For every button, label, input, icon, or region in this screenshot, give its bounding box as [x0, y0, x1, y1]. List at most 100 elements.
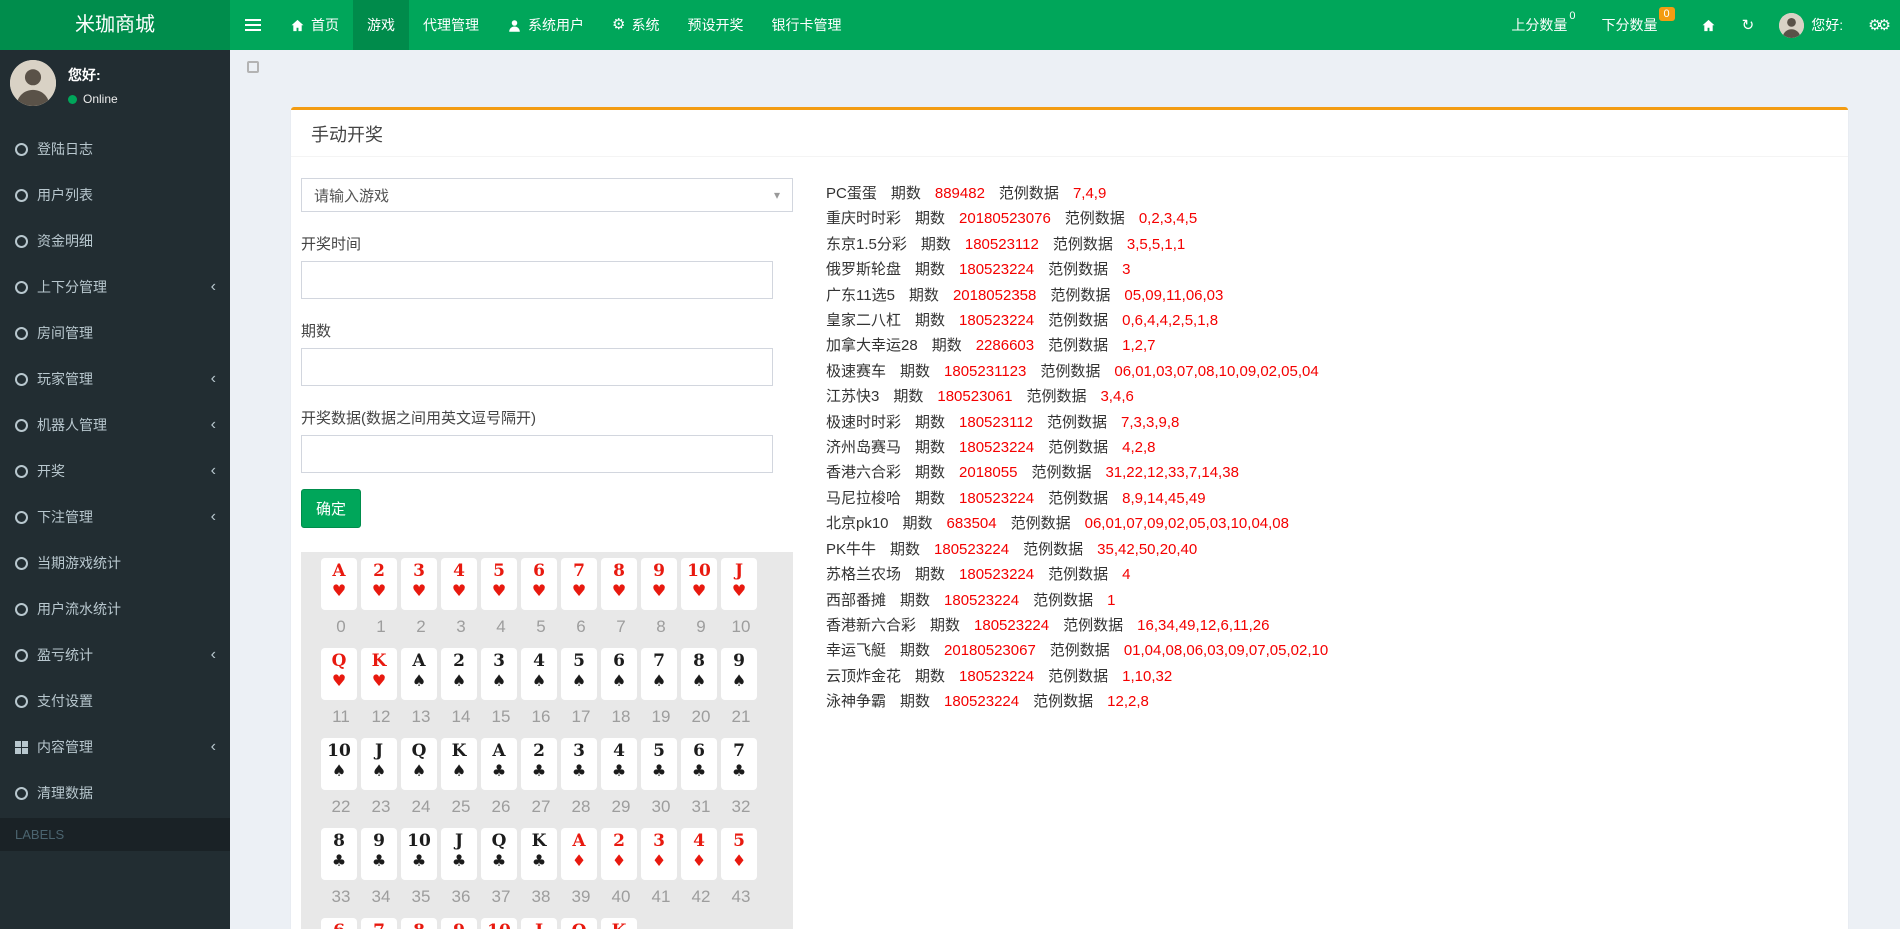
up-score-button[interactable]: 上分数量 0 [1498, 0, 1588, 50]
playing-card-7-h[interactable]: 7♥ [561, 558, 597, 610]
sidebar-item-3[interactable]: 上下分管理‹ [0, 264, 230, 310]
sidebar-item-0[interactable]: 登陆日志 [0, 126, 230, 172]
playing-card-3-c[interactable]: 3♣ [561, 738, 597, 790]
main-content: 手动开奖 请输入游戏 ▾ 开奖时间 期数 开奖数据(数据之间用英文逗号隔开) [230, 50, 1900, 929]
playing-card-A-h[interactable]: A♥ [321, 558, 357, 610]
playing-card-K-c[interactable]: K♣ [521, 828, 557, 880]
playing-card-2-s[interactable]: 2♠ [441, 648, 477, 700]
sidebar-item-label: 登陆日志 [37, 139, 93, 159]
card-index: 39 [561, 887, 601, 907]
playing-card-J-c[interactable]: J♣ [441, 828, 477, 880]
sidebar-item-8[interactable]: 下注管理‹ [0, 494, 230, 540]
sidebar-item-12[interactable]: 支付设置 [0, 678, 230, 724]
sidebar-item-14[interactable]: 清理数据 [0, 770, 230, 816]
playing-card-3-h[interactable]: 3♥ [401, 558, 437, 610]
playing-card-K-s[interactable]: K♠ [441, 738, 477, 790]
card-rank: 2 [521, 741, 557, 761]
playing-card-4-s[interactable]: 4♠ [521, 648, 557, 700]
sidebar-item-7[interactable]: 开奖‹ [0, 448, 230, 494]
settings-button[interactable]: ⚙⚙ [1855, 0, 1900, 50]
user-status[interactable]: Online [68, 92, 118, 106]
playing-card-J-h[interactable]: J♥ [721, 558, 757, 610]
playing-card-6-c[interactable]: 6♣ [681, 738, 717, 790]
playing-card-5-d[interactable]: 5♦ [721, 828, 757, 880]
playing-card-2-d[interactable]: 2♦ [601, 828, 637, 880]
playing-card-Q-s[interactable]: Q♠ [401, 738, 437, 790]
nav-item-4[interactable]: ⚙系统 [598, 0, 673, 50]
playing-card-4-d[interactable]: 4♦ [681, 828, 717, 880]
sidebar-item-6[interactable]: 机器人管理‹ [0, 402, 230, 448]
sidebar-item-2[interactable]: 资金明细 [0, 218, 230, 264]
playing-card-7-c[interactable]: 7♣ [721, 738, 757, 790]
playing-card-10-s[interactable]: 10♠ [321, 738, 357, 790]
playing-card-Q-d[interactable]: Q♦ [561, 918, 597, 929]
avatar[interactable] [10, 60, 56, 106]
playing-card-Q-c[interactable]: Q♣ [481, 828, 517, 880]
refresh-button[interactable]: ↻ [1729, 0, 1768, 50]
playing-card-J-d[interactable]: J♦ [521, 918, 557, 929]
playing-card-6-h[interactable]: 6♥ [521, 558, 557, 610]
playing-card-3-s[interactable]: 3♠ [481, 648, 517, 700]
playing-card-K-d[interactable]: K♦ [601, 918, 637, 929]
playing-card-7-s[interactable]: 7♠ [641, 648, 677, 700]
playing-card-J-s[interactable]: J♠ [361, 738, 397, 790]
nav-item-6[interactable]: 银行卡管理 [757, 0, 855, 50]
playing-card-A-s[interactable]: A♠ [401, 648, 437, 700]
nav-item-5[interactable]: 预设开奖 [673, 0, 757, 50]
game-name: 加拿大幸运28 [826, 337, 918, 354]
draw-time-input[interactable] [301, 261, 773, 299]
playing-card-7-d[interactable]: 7♦ [361, 918, 397, 929]
nav-item-3[interactable]: 系统用户 [493, 0, 598, 50]
sidebar-item-label: 房间管理 [37, 323, 93, 343]
game-row: 极速时时彩期数180523112范例数据7,3,3,9,8 [826, 410, 1836, 435]
nav-item-2[interactable]: 代理管理 [409, 0, 493, 50]
brand-logo[interactable]: 米珈商城 [0, 0, 230, 50]
playing-card-K-h[interactable]: K♥ [361, 648, 397, 700]
sidebar-item-4[interactable]: 房间管理 [0, 310, 230, 356]
playing-card-8-c[interactable]: 8♣ [321, 828, 357, 880]
playing-card-A-c[interactable]: A♣ [481, 738, 517, 790]
sidebar-item-13[interactable]: 内容管理‹ [0, 724, 230, 770]
sample-value: 1 [1107, 592, 1115, 609]
nav-item-1[interactable]: 游戏 [353, 0, 409, 50]
playing-card-9-d[interactable]: 9♦ [441, 918, 477, 929]
playing-card-A-d[interactable]: A♦ [561, 828, 597, 880]
playing-card-6-d[interactable]: 6♦ [321, 918, 357, 929]
sidebar-item-11[interactable]: 盈亏统计‹ [0, 632, 230, 678]
down-score-button[interactable]: 下分数量 0 [1589, 0, 1688, 50]
playing-card-10-h[interactable]: 10♥ [681, 558, 717, 610]
playing-card-2-h[interactable]: 2♥ [361, 558, 397, 610]
card-rank: 6 [521, 561, 557, 581]
playing-card-3-d[interactable]: 3♦ [641, 828, 677, 880]
playing-card-4-c[interactable]: 4♣ [601, 738, 637, 790]
playing-card-6-s[interactable]: 6♠ [601, 648, 637, 700]
sidebar-item-10[interactable]: 用户流水统计 [0, 586, 230, 632]
avatar [1779, 13, 1804, 38]
playing-card-10-c[interactable]: 10♣ [401, 828, 437, 880]
sidebar-item-5[interactable]: 玩家管理‹ [0, 356, 230, 402]
sidebar-item-1[interactable]: 用户列表 [0, 172, 230, 218]
playing-card-8-h[interactable]: 8♥ [601, 558, 637, 610]
playing-card-9-c[interactable]: 9♣ [361, 828, 397, 880]
sidebar-item-9[interactable]: 当期游戏统计 [0, 540, 230, 586]
draw-data-input[interactable] [301, 435, 773, 473]
playing-card-5-h[interactable]: 5♥ [481, 558, 517, 610]
game-select[interactable]: 请输入游戏 ▾ [301, 178, 793, 212]
playing-card-5-s[interactable]: 5♠ [561, 648, 597, 700]
user-menu-button[interactable]: 您好: [1767, 0, 1855, 50]
playing-card-4-h[interactable]: 4♥ [441, 558, 477, 610]
playing-card-2-c[interactable]: 2♣ [521, 738, 557, 790]
playing-card-9-s[interactable]: 9♠ [721, 648, 757, 700]
playing-card-9-h[interactable]: 9♥ [641, 558, 677, 610]
playing-card-8-d[interactable]: 8♦ [401, 918, 437, 929]
playing-card-5-c[interactable]: 5♣ [641, 738, 677, 790]
playing-card-Q-h[interactable]: Q♥ [321, 648, 357, 700]
home-shortcut-button[interactable] [1688, 0, 1729, 50]
collapse-box-icon[interactable] [247, 61, 259, 73]
period-input[interactable] [301, 348, 773, 386]
sidebar-toggle-button[interactable] [230, 0, 276, 50]
playing-card-8-s[interactable]: 8♠ [681, 648, 717, 700]
playing-card-10-d[interactable]: 10♦ [481, 918, 517, 929]
confirm-button[interactable]: 确定 [301, 489, 361, 528]
nav-item-0[interactable]: 首页 [276, 0, 353, 50]
